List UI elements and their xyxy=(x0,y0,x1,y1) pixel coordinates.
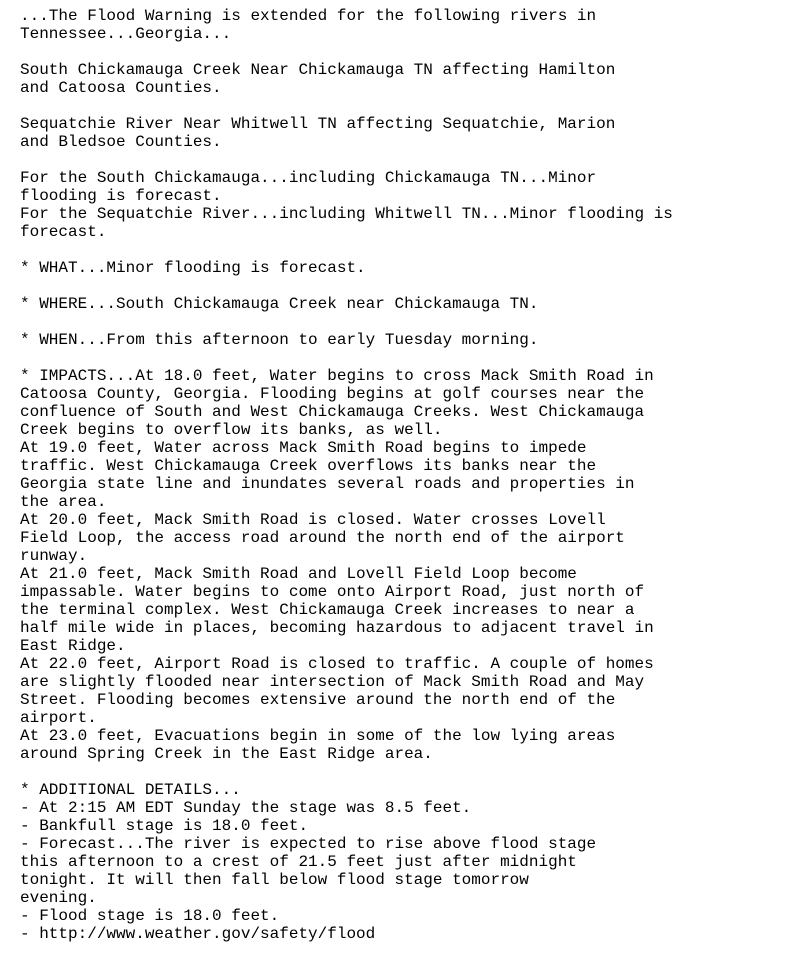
affected-river-sequatchie: Sequatchie River Near Whitwell TN affect… xyxy=(20,115,800,151)
affected-line: Sequatchie River Near Whitwell TN affect… xyxy=(20,115,616,133)
impacts-line: half mile wide in places, becoming hazar… xyxy=(20,619,654,637)
impacts-line: At 22.0 feet, Airport Road is closed to … xyxy=(20,655,654,673)
affected-river-south-chickamauga: South Chickamauga Creek Near Chickamauga… xyxy=(20,61,800,97)
impacts-line: Field Loop, the access road around the n… xyxy=(20,529,625,547)
impacts-line: East Ridge. xyxy=(20,637,126,655)
header-line: Tennessee...Georgia... xyxy=(20,25,232,43)
flood-warning-bulletin: ...The Flood Warning is extended for the… xyxy=(20,7,800,976)
additional-details-heading: * ADDITIONAL DETAILS... xyxy=(20,781,241,799)
impacts-line: At 21.0 feet, Mack Smith Road and Lovell… xyxy=(20,565,577,583)
header-line: ...The Flood Warning is extended for the… xyxy=(20,7,597,25)
forecast-summary-line: flooding is forecast. xyxy=(20,187,222,205)
impacts-line: the terminal complex. West Chickamauga C… xyxy=(20,601,635,619)
bankfull-stage-line: - Bankfull stage is 18.0 feet. xyxy=(20,817,309,835)
impacts-line: Street. Flooding becomes extensive aroun… xyxy=(20,691,616,709)
impacts-line: At 23.0 feet, Evacuations begin in some … xyxy=(20,727,616,745)
affected-line: and Catoosa Counties. xyxy=(20,79,222,97)
forecast-summary-line: forecast. xyxy=(20,223,107,241)
impacts-bullet: * IMPACTS...At 18.0 feet, Water begins t… xyxy=(20,367,800,763)
observed-stage-line: - At 2:15 AM EDT Sunday the stage was 8.… xyxy=(20,799,472,817)
affected-line: South Chickamauga Creek Near Chickamauga… xyxy=(20,61,616,79)
impacts-line: the area. xyxy=(20,493,107,511)
impacts-line: Georgia state line and inundates several… xyxy=(20,475,635,493)
bulletin-header: ...The Flood Warning is extended for the… xyxy=(20,7,800,43)
safety-link-line: - http://www.weather.gov/safety/flood xyxy=(20,925,376,943)
forecast-summary-line: For the Sequatchie River...including Whi… xyxy=(20,205,673,223)
affected-line: and Bledsoe Counties. xyxy=(20,133,222,151)
impacts-line: * IMPACTS...At 18.0 feet, Water begins t… xyxy=(20,367,654,385)
impacts-line: are slightly flooded near intersection o… xyxy=(20,673,645,691)
impacts-line: impassable. Water begins to come onto Ai… xyxy=(20,583,645,601)
forecast-summary: For the South Chickamauga...including Ch… xyxy=(20,169,800,241)
impacts-line: runway. xyxy=(20,547,88,565)
impacts-line: Catoosa County, Georgia. Flooding begins… xyxy=(20,385,645,403)
when-bullet: * WHEN...From this afternoon to early Tu… xyxy=(20,331,539,349)
impacts-line: At 20.0 feet, Mack Smith Road is closed.… xyxy=(20,511,606,529)
flood-stage-line: - Flood stage is 18.0 feet. xyxy=(20,907,280,925)
impacts-line: confluence of South and West Chickamauga… xyxy=(20,403,645,421)
impacts-line: airport. xyxy=(20,709,97,727)
impacts-line: traffic. West Chickamauga Creek overflow… xyxy=(20,457,597,475)
forecast-summary-line: For the South Chickamauga...including Ch… xyxy=(20,169,597,187)
additional-details-bullet: * ADDITIONAL DETAILS... - At 2:15 AM EDT… xyxy=(20,781,800,943)
impacts-line: Creek begins to overflow its banks, as w… xyxy=(20,421,443,439)
impacts-line: At 19.0 feet, Water across Mack Smith Ro… xyxy=(20,439,587,457)
river-forecast-line: evening. xyxy=(20,889,97,907)
what-bullet: * WHAT...Minor flooding is forecast. xyxy=(20,259,366,277)
river-forecast-line: this afternoon to a crest of 21.5 feet j… xyxy=(20,853,577,871)
river-forecast-line: - Forecast...The river is expected to ri… xyxy=(20,835,597,853)
where-bullet: * WHERE...South Chickamauga Creek near C… xyxy=(20,295,539,313)
impacts-line: around Spring Creek in the East Ridge ar… xyxy=(20,745,433,763)
river-forecast-line: tonight. It will then fall below flood s… xyxy=(20,871,529,889)
